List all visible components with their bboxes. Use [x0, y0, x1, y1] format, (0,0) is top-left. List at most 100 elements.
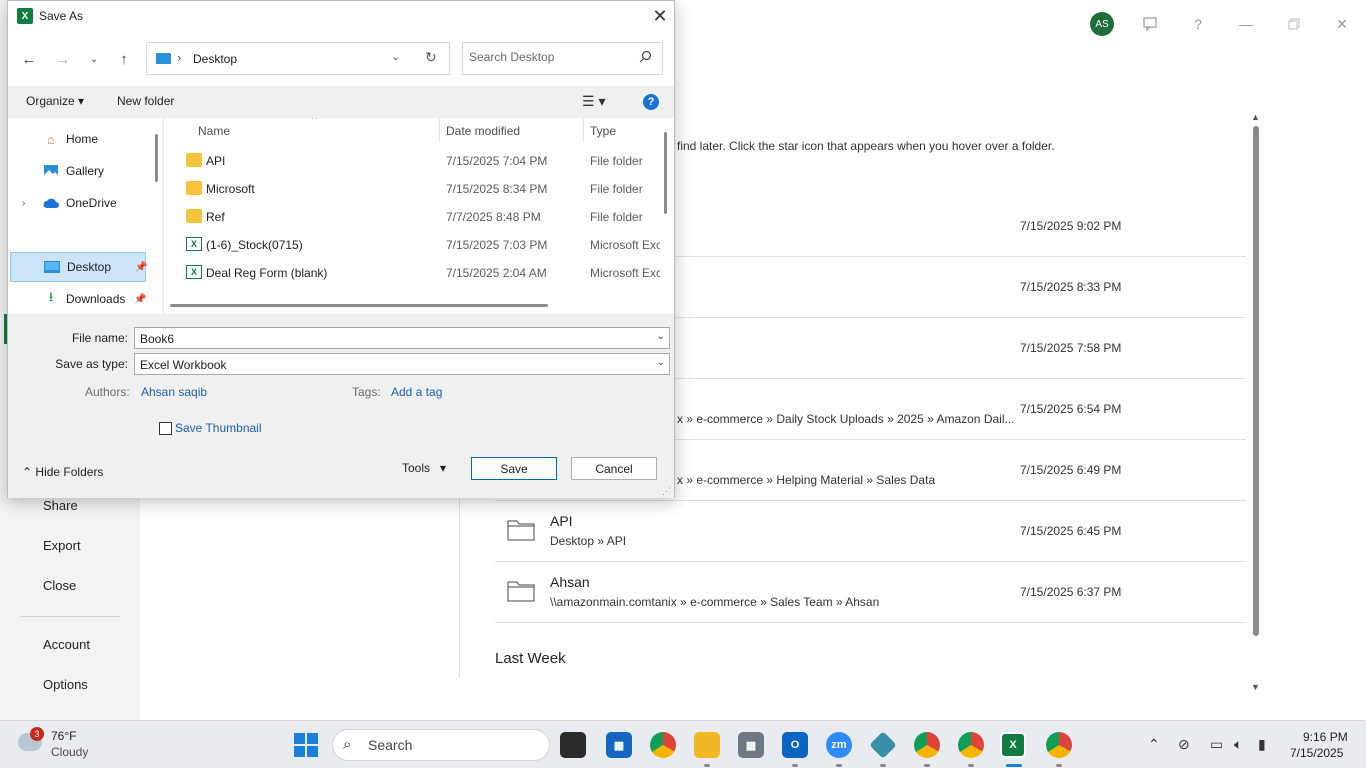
scrollbar-thumb[interactable] — [1253, 126, 1259, 636]
nav-options[interactable]: Options — [43, 677, 88, 692]
start-button[interactable] — [294, 733, 318, 757]
save-thumbnail-label[interactable]: Save Thumbnail — [175, 421, 262, 435]
running-indicator — [792, 764, 798, 767]
file-row[interactable]: Microsoft 7/15/2025 8:34 PM File folder — [164, 175, 660, 203]
row-date: 7/15/2025 6:45 PM — [1020, 524, 1122, 538]
column-header-type[interactable]: Type — [590, 124, 616, 138]
clock-date[interactable]: 7/15/2025 — [1290, 746, 1343, 760]
tools-button[interactable]: Tools ▾ — [402, 461, 446, 475]
file-type: Microsoft Exc — [590, 238, 660, 252]
forward-arrow-icon[interactable]: → — [51, 47, 75, 71]
close-window-icon[interactable]: ✕ — [1332, 14, 1352, 34]
refresh-icon[interactable]: ↻ — [425, 49, 437, 66]
outlook-icon[interactable]: O — [782, 732, 808, 758]
taskbar-search-input[interactable] — [368, 737, 538, 753]
cancel-button[interactable]: Cancel — [571, 457, 657, 480]
file-row[interactable]: X (1-6)_Stock(0715) 7/15/2025 7:03 PM Mi… — [164, 231, 660, 259]
file-name-field[interactable]: Book6 ⌄ — [134, 327, 670, 349]
task-view-icon[interactable] — [560, 732, 586, 758]
resize-grip-icon[interactable]: ⋰ — [662, 486, 671, 497]
file-row[interactable]: Ref 7/7/2025 8:48 PM File folder — [164, 203, 660, 231]
save-type-select[interactable]: Excel Workbook ⌄ — [134, 353, 670, 375]
organize-label: Organize — [26, 94, 75, 108]
help-icon[interactable]: ? — [643, 94, 659, 110]
store-icon[interactable]: ▦ — [606, 732, 632, 758]
column-header-name[interactable]: Name — [198, 124, 230, 138]
nav-account[interactable]: Account — [43, 637, 90, 652]
zoom-icon[interactable]: zm — [826, 732, 852, 758]
weather-temperature[interactable]: 76°F — [51, 729, 76, 743]
battery-icon[interactable]: ▮ — [1258, 736, 1266, 753]
expand-chevron-icon[interactable]: › — [22, 198, 25, 209]
chrome-profile-icon[interactable] — [958, 732, 984, 758]
address-bar[interactable]: › Desktop ⌄ ↻ — [146, 42, 450, 75]
search-box[interactable] — [462, 42, 663, 75]
save-type-value[interactable]: Excel Workbook — [140, 358, 226, 372]
chevron-down-icon[interactable]: ⌄ — [657, 331, 665, 342]
scrollbar[interactable]: ▲ ▼ — [1250, 112, 1262, 694]
save-thumbnail-checkbox[interactable] — [159, 422, 172, 435]
excel-taskbar-icon[interactable]: X — [1000, 732, 1026, 758]
file-row[interactable]: API 7/15/2025 7:04 PM File folder — [164, 147, 660, 175]
chrome-icon[interactable] — [650, 732, 676, 758]
weather-description[interactable]: Cloudy — [51, 745, 88, 759]
scrollbar-thumb[interactable] — [155, 134, 158, 182]
volume-icon[interactable]: 🔈︎ — [1234, 736, 1242, 753]
command-bar: Organize ▾ New folder ☰ ▾ ? — [8, 86, 674, 118]
folder-icon — [507, 520, 535, 541]
column-divider[interactable] — [439, 118, 440, 142]
help-icon[interactable]: ? — [1188, 14, 1208, 34]
nav-share[interactable]: Share — [43, 498, 78, 513]
avatar[interactable]: AS — [1090, 12, 1114, 36]
scroll-up-icon[interactable]: ▲ — [1251, 112, 1260, 122]
minimize-icon[interactable]: — — [1236, 14, 1256, 34]
recent-folder-row[interactable]: API Desktop » API 7/15/2025 6:45 PM — [495, 501, 1246, 562]
app-icon[interactable] — [869, 731, 897, 759]
chrome-profile-icon[interactable] — [914, 732, 940, 758]
save-button[interactable]: Save — [471, 457, 557, 480]
file-explorer-icon[interactable] — [694, 732, 720, 758]
taskbar-search[interactable]: ⌕ — [332, 729, 550, 761]
scrollbar-thumb[interactable] — [664, 132, 667, 214]
nav-pane-label: Home — [66, 132, 99, 146]
chevron-up-icon[interactable]: ⌃ — [1148, 736, 1160, 753]
chevron-down-icon[interactable]: ⌄ — [657, 357, 665, 368]
excel-file-icon: X — [186, 237, 202, 251]
scroll-down-icon[interactable]: ▼ — [1251, 682, 1260, 692]
restore-icon[interactable] — [1284, 14, 1304, 34]
nav-pane-item-desktop[interactable]: Desktop 📌 — [10, 252, 147, 282]
network-offline-icon[interactable]: ⊘ — [1178, 736, 1190, 753]
display-icon[interactable]: ▭ — [1210, 736, 1223, 753]
view-options-button[interactable]: ☰ ▾ — [582, 93, 605, 110]
file-name-value[interactable]: Book6 — [140, 332, 174, 346]
recent-folder-row[interactable]: Ahsan \\amazonmain.comtanix » e-commerce… — [495, 562, 1246, 623]
feedback-icon[interactable] — [1140, 14, 1160, 34]
nav-pane-item-downloads[interactable]: ⭳ Downloads 📌 — [10, 284, 147, 314]
recent-locations-chevron-icon[interactable]: ⌄ — [82, 47, 106, 71]
new-folder-button[interactable]: New folder — [117, 94, 174, 108]
authors-field[interactable]: Ahsan saqib — [141, 385, 207, 399]
organize-button[interactable]: Organize ▾ — [26, 94, 84, 108]
clock-time[interactable]: 9:16 PM — [1303, 730, 1348, 744]
back-arrow-icon[interactable]: ← — [17, 47, 41, 71]
horizontal-scrollbar-thumb[interactable] — [170, 304, 548, 307]
nav-pane-item-home[interactable]: ⌂ Home — [10, 124, 146, 154]
file-row[interactable]: X Deal Reg Form (blank) 7/15/2025 2:04 A… — [164, 259, 660, 287]
search-input[interactable] — [469, 50, 629, 64]
nav-pane-item-gallery[interactable]: Gallery — [10, 156, 146, 186]
file-type: Microsoft Exc — [590, 266, 660, 280]
close-icon[interactable]: ✕ — [648, 5, 672, 27]
nav-export[interactable]: Export — [43, 538, 81, 553]
chrome-profile-icon[interactable] — [1046, 732, 1072, 758]
nav-pane-item-onedrive[interactable]: › OneDrive — [10, 188, 146, 218]
calculator-icon[interactable]: ▦ — [738, 732, 764, 758]
hide-folders-button[interactable]: ⌃ Hide Folders — [22, 465, 103, 479]
column-divider[interactable] — [583, 118, 584, 142]
search-icon[interactable] — [639, 50, 652, 66]
nav-close[interactable]: Close — [43, 578, 76, 593]
address-location[interactable]: Desktop — [193, 52, 237, 66]
column-header-date[interactable]: Date modified — [446, 124, 520, 138]
up-arrow-icon[interactable]: ↑ — [112, 47, 136, 71]
tags-field[interactable]: Add a tag — [391, 385, 442, 399]
chevron-down-icon[interactable]: ⌄ — [391, 50, 400, 63]
